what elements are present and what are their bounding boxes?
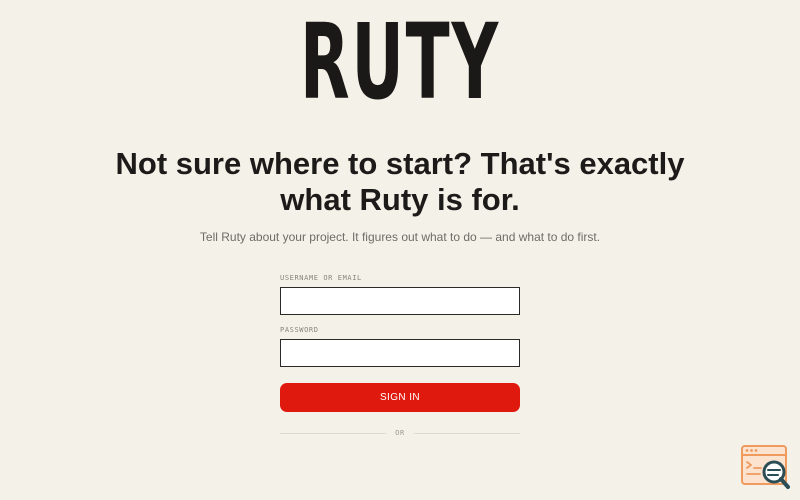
headline-line-2: what Ruty is for. bbox=[280, 182, 520, 217]
page-subtitle: Tell Ruty about your project. It figures… bbox=[199, 230, 601, 244]
headline-line-1: Not sure where to start? That's exactly bbox=[115, 146, 685, 181]
or-divider: OR bbox=[280, 428, 520, 438]
sign-in-button[interactable]: SIGN IN bbox=[280, 383, 520, 412]
browser-search-icon-graphic bbox=[741, 445, 790, 489]
browser-search-icon[interactable] bbox=[740, 444, 792, 492]
password-input[interactable] bbox=[280, 339, 520, 367]
username-input[interactable] bbox=[280, 287, 520, 315]
brand-logo: RUTY bbox=[299, 1, 501, 123]
page-headline: Not sure where to start? That's exactly … bbox=[100, 146, 700, 218]
divider-line-right bbox=[414, 433, 520, 434]
login-form: USERNAME OR EMAIL PASSWORD SIGN IN OR bbox=[280, 274, 520, 438]
username-label: USERNAME OR EMAIL bbox=[280, 274, 362, 282]
password-label: PASSWORD bbox=[280, 326, 319, 334]
